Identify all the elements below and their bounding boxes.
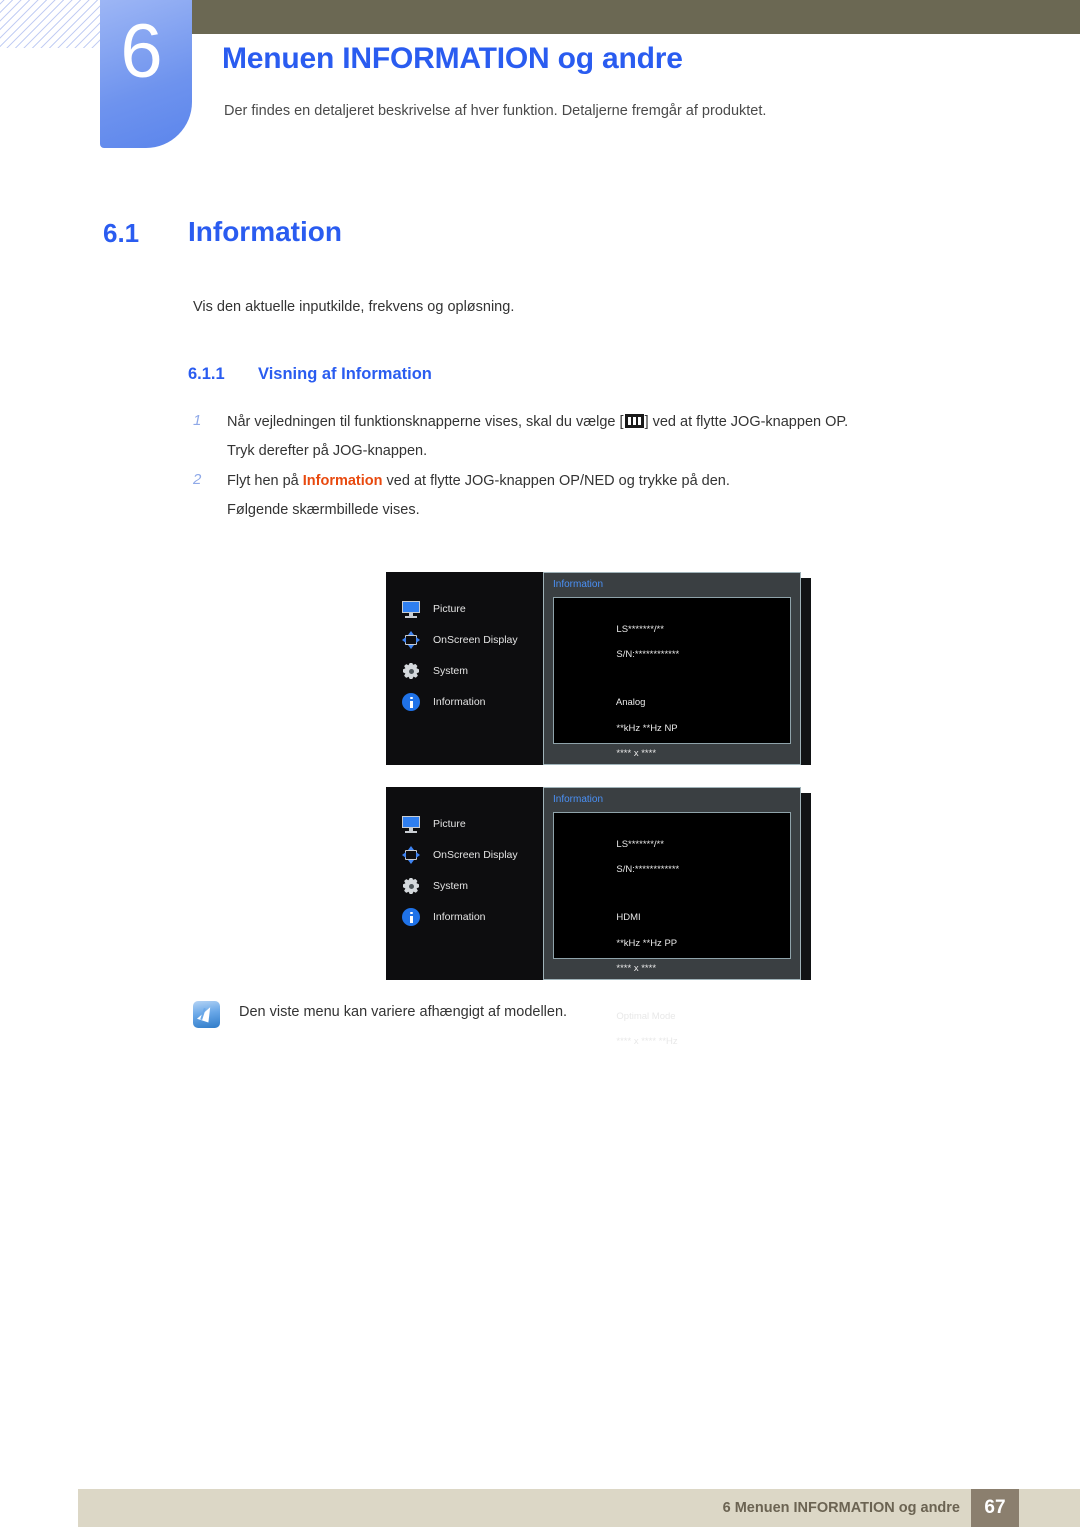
osd-content-pane: Information LS*******/** S/N:***********… (543, 787, 801, 1047)
osd-menu-label: OnScreen Display (433, 849, 518, 861)
osd-content-pane: Information LS*******/** S/N:***********… (543, 572, 801, 832)
osd-menu-label: Information (433, 696, 486, 708)
osd-info-text: LS*******/** S/N:************ HDMI **kHz… (590, 826, 679, 1062)
osd-menu-item-onscreen-display[interactable]: OnScreen Display (402, 844, 518, 866)
chapter-number: 6 (120, 9, 162, 94)
gear-icon (402, 877, 420, 895)
osd-serial: S/N:************ (616, 864, 680, 876)
page-number: 67 (971, 1489, 1019, 1527)
osd-menu-label: System (433, 665, 469, 677)
header-olive-bar (192, 0, 1080, 34)
osd-shadow (801, 578, 811, 765)
step-text: Når vejledningen til funktionsknapperne … (227, 411, 993, 462)
osd-menu-item-system[interactable]: System (402, 875, 468, 897)
osd-resolution: **** x **** (616, 963, 657, 975)
osd-frequency: **kHz **Hz PP (616, 937, 678, 949)
chapter-subtitle: Der findes en detaljeret beskrivelse af … (224, 103, 767, 119)
chapter-title: Menuen INFORMATION og andre (222, 42, 683, 75)
menu-bars-icon (624, 414, 644, 428)
osd-model: LS*******/** (616, 838, 664, 850)
step-text-before: Flyt hen på (227, 473, 303, 490)
osd-info-screen: LS*******/** S/N:************ HDMI **kHz… (553, 812, 791, 1047)
info-icon (402, 908, 420, 926)
osd-menu-item-picture[interactable]: Picture (402, 598, 466, 620)
osd-source: HDMI (616, 911, 641, 923)
step-item: 1 Når vejledningen til funktionsknappern… (193, 411, 993, 462)
info-icon (402, 693, 420, 711)
step-number: 2 (193, 471, 202, 489)
step-text-after: ved at flytte JOG-knappen OP/NED og tryk… (382, 473, 730, 490)
osd-model: LS*******/** (616, 623, 664, 635)
step-item: 2 Flyt hen på Information ved at flytte … (193, 470, 993, 521)
osd-menu-sidebar: Picture OnScreen Display System Informat… (386, 572, 543, 765)
step-number: 1 (193, 412, 202, 429)
osd-pane-heading: Information (553, 794, 604, 805)
osd-source: Analog (615, 696, 646, 708)
step-continuation: Tryk derefter på JOG-knappen. (227, 443, 428, 460)
osd-optimal-value: **** x **** **Hz (616, 1036, 678, 1048)
osd-frequency: **kHz **Hz NP (616, 722, 678, 734)
osd-menu-label: Picture (433, 818, 466, 830)
osd-menu-item-information[interactable]: Information (402, 906, 486, 928)
gear-icon (402, 662, 420, 680)
onscreen-display-icon (402, 846, 420, 864)
osd-screenshot-hdmi: Picture OnScreen Display System Informat… (386, 787, 811, 1047)
step-text-after: ] ved at flytte JOG-knappen OP. (644, 414, 849, 430)
section-intro: Vis den aktuelle inputkilde, frekvens og… (193, 299, 515, 315)
osd-menu-item-information[interactable]: Information (402, 691, 486, 713)
section-number: 6.1 (103, 218, 140, 248)
note-text: Den viste menu kan variere afhængigt af … (239, 1004, 568, 1020)
note-pen-icon (193, 1001, 220, 1028)
osd-serial: S/N:************ (616, 649, 680, 661)
monitor-icon (402, 600, 420, 618)
chapter-badge: 6 (100, 0, 192, 148)
document-page: 6 Menuen INFORMATION og andre Der findes… (0, 0, 1080, 1527)
monitor-icon (402, 815, 420, 833)
osd-menu-label: Picture (433, 603, 466, 615)
step-text: Flyt hen på Information ved at flytte JO… (227, 470, 993, 521)
osd-menu-item-onscreen-display[interactable]: OnScreen Display (402, 629, 518, 651)
subsection-number: 6.1.1 (188, 365, 225, 383)
osd-menu-label: Information (433, 911, 486, 923)
osd-menu-sidebar: Picture OnScreen Display System Informat… (386, 787, 543, 980)
osd-menu-item-picture[interactable]: Picture (402, 813, 466, 835)
step-list: 1 Når vejledningen til funktionsknappern… (193, 411, 993, 529)
osd-info-screen: LS*******/** S/N:************ Analog **k… (553, 597, 791, 832)
osd-resolution: **** x **** (616, 748, 657, 760)
step-keyword: Information (302, 473, 383, 490)
osd-shadow (801, 793, 811, 980)
step-text-before: Når vejledningen til funktionsknapperne … (227, 414, 624, 430)
step-continuation: Følgende skærmbillede vises. (227, 502, 420, 519)
osd-pane-heading: Information (553, 579, 604, 590)
osd-optimal-label: Optimal Mode (616, 1010, 676, 1022)
onscreen-display-icon (402, 631, 420, 649)
osd-menu-label: System (433, 880, 469, 892)
osd-menu-item-system[interactable]: System (402, 660, 468, 682)
osd-screenshot-analog: Picture OnScreen Display System Informat… (386, 572, 811, 832)
footer-title: 6 Menuen INFORMATION og andre (722, 1500, 960, 1516)
osd-menu-label: OnScreen Display (433, 634, 518, 646)
note-callout: Den viste menu kan variere afhængigt af … (193, 1001, 567, 1028)
section-title: Information (188, 216, 342, 247)
subsection-title: Visning af Information (258, 365, 432, 383)
